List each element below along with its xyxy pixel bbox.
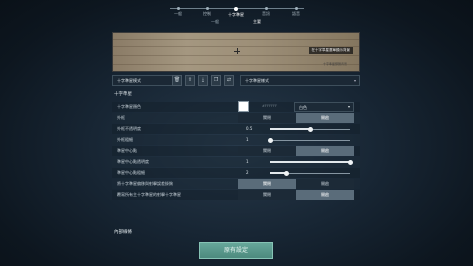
color-dropdown-value: 白色	[299, 104, 307, 110]
center-dot-opacity-slider[interactable]: 1	[238, 157, 354, 167]
settings-panel: 在十字準星選單顯示背景 十字準星預覽背景 十字準星模式 ▾ 🗑 ⇪ ⤓ ❐ ⇄ …	[112, 32, 360, 244]
nav-dot	[294, 7, 298, 10]
slider-fill	[270, 161, 350, 163]
section-title-inner-lines: 內部線條	[114, 230, 132, 235]
swap-icon[interactable]: ⇄	[224, 75, 234, 86]
override-all-toggle: 關閉 開啟	[238, 190, 354, 200]
crosshair-preview: 在十字準星選單顯示背景 十字準星預覽背景	[112, 32, 360, 72]
nav-label: 語音	[292, 11, 300, 16]
toggle-on[interactable]: 開啟	[296, 190, 354, 200]
wood-grain	[113, 55, 359, 56]
trash-icon[interactable]: 🗑	[172, 75, 182, 86]
reset-defaults-button[interactable]: 原有設定	[199, 242, 273, 259]
nav-label: 控制	[203, 11, 211, 16]
toggle-on[interactable]: 開啟	[296, 146, 354, 156]
subtab-primary[interactable]: 主要	[253, 19, 261, 25]
crosshair-icon	[234, 48, 240, 54]
outline-toggle: 關閉 開啟	[238, 113, 354, 123]
outline-thickness-slider[interactable]: 1	[238, 135, 354, 145]
row-label: 將十字準星偏移與射擊誤差掛鉤	[117, 181, 173, 186]
nav-item-controls[interactable]: 控制	[192, 2, 222, 17]
slider-fill	[270, 128, 310, 130]
wood-grain	[113, 39, 359, 40]
slider-track	[270, 139, 350, 141]
nav-dot	[176, 7, 180, 10]
row-label: 外框	[117, 115, 125, 120]
row-label: 準星中心點粗細	[117, 170, 145, 175]
firing-error-offset-row: 將十字準星偏移與射擊誤差掛鉤 關閉 開啟	[112, 179, 360, 189]
nav-item-crosshair[interactable]: 十字準星	[221, 2, 251, 18]
nav-dot	[205, 7, 209, 10]
crosshair-color-row: 十字準星顏色 #FFFFFF 白色 ▾	[112, 101, 360, 112]
slider-knob[interactable]	[307, 126, 313, 132]
slider-knob[interactable]	[283, 170, 289, 176]
row-label: 覆寫所有主十字準星的射擊十字準星	[117, 192, 181, 197]
preview-background-toggle[interactable]: 在十字準星選單顯示背景	[308, 47, 353, 54]
toggle-off[interactable]: 關閉	[238, 179, 296, 189]
outline-row: 外框 關閉 開啟	[112, 113, 360, 123]
center-dot-toggle: 關閉 開啟	[238, 146, 354, 156]
center-dot-thickness-row: 準星中心點粗細 2	[112, 168, 360, 178]
color-hex: #FFFFFF	[262, 104, 278, 108]
chevron-down-icon: ▾	[347, 104, 350, 109]
upload-icon[interactable]: ⇪	[185, 75, 195, 86]
nav-dot	[234, 7, 238, 11]
center-dot-opacity-row: 準星中心點透明度 1	[112, 157, 360, 167]
nav-item-general[interactable]: 一般	[163, 2, 193, 17]
sub-tabs: 一般 主要	[0, 19, 473, 27]
profile-select[interactable]: 十字準星模式 ▾	[112, 75, 178, 86]
nav-item-audio[interactable]: 音訊	[251, 2, 281, 17]
firing-error-toggle: 關閉 開啟	[238, 179, 354, 189]
crosshair-style-value: 十字準星樣式	[245, 78, 269, 83]
center-dot-row: 準星中心點 關閉 開啟	[112, 146, 360, 156]
override-all-row: 覆寫所有主十字準星的射擊十字準星 關閉 開啟	[112, 190, 360, 200]
subtab-general[interactable]: 一般	[211, 19, 219, 25]
profile-bar: 十字準星模式 ▾ 🗑 ⇪ ⤓ ❐ ⇄ 十字準星樣式 ▾	[112, 75, 360, 86]
slider-knob[interactable]	[267, 137, 273, 143]
chevron-down-icon: ▾	[353, 78, 356, 83]
color-dropdown[interactable]: 白色 ▾	[294, 102, 354, 112]
nav-label: 音訊	[262, 11, 270, 16]
row-label: 準星中心點透明度	[117, 159, 149, 164]
nav-item-voice[interactable]: 語音	[281, 2, 311, 17]
toggle-off[interactable]: 關閉	[238, 190, 296, 200]
toggle-on[interactable]: 開啟	[296, 179, 354, 189]
nav-label: 十字準星	[228, 12, 244, 17]
outline-opacity-row: 外框不透明度 0.5	[112, 124, 360, 134]
row-label: 準星中心點	[117, 148, 137, 153]
slider-value: 2	[246, 170, 249, 175]
profile-select-value: 十字準星模式	[117, 78, 141, 83]
preview-background-label: 十字準星預覽背景	[322, 62, 347, 66]
download-icon[interactable]: ⤓	[198, 75, 208, 86]
row-label: 外框粗細	[117, 137, 133, 142]
copy-icon[interactable]: ❐	[211, 75, 221, 86]
slider-value: 1	[246, 137, 249, 142]
slider-value: 1	[246, 159, 249, 164]
row-label: 外框不透明度	[117, 126, 141, 131]
toggle-off[interactable]: 關閉	[238, 146, 296, 156]
center-dot-thickness-slider[interactable]: 2	[238, 168, 354, 178]
outline-thickness-row: 外框粗細 1	[112, 135, 360, 145]
toggle-on[interactable]: 開啟	[296, 113, 354, 123]
crosshair-style-select[interactable]: 十字準星樣式 ▾	[240, 75, 360, 86]
slider-knob[interactable]	[347, 159, 353, 165]
color-swatch[interactable]	[238, 101, 249, 112]
toggle-off[interactable]: 關閉	[238, 113, 296, 123]
row-label: 十字準星顏色	[117, 104, 141, 109]
nav-label: 一般	[174, 11, 182, 16]
section-title-crosshair: 十字準星	[114, 92, 132, 97]
outline-opacity-slider[interactable]: 0.5	[238, 124, 354, 134]
slider-value: 0.5	[246, 126, 253, 131]
nav-dot	[264, 7, 268, 10]
